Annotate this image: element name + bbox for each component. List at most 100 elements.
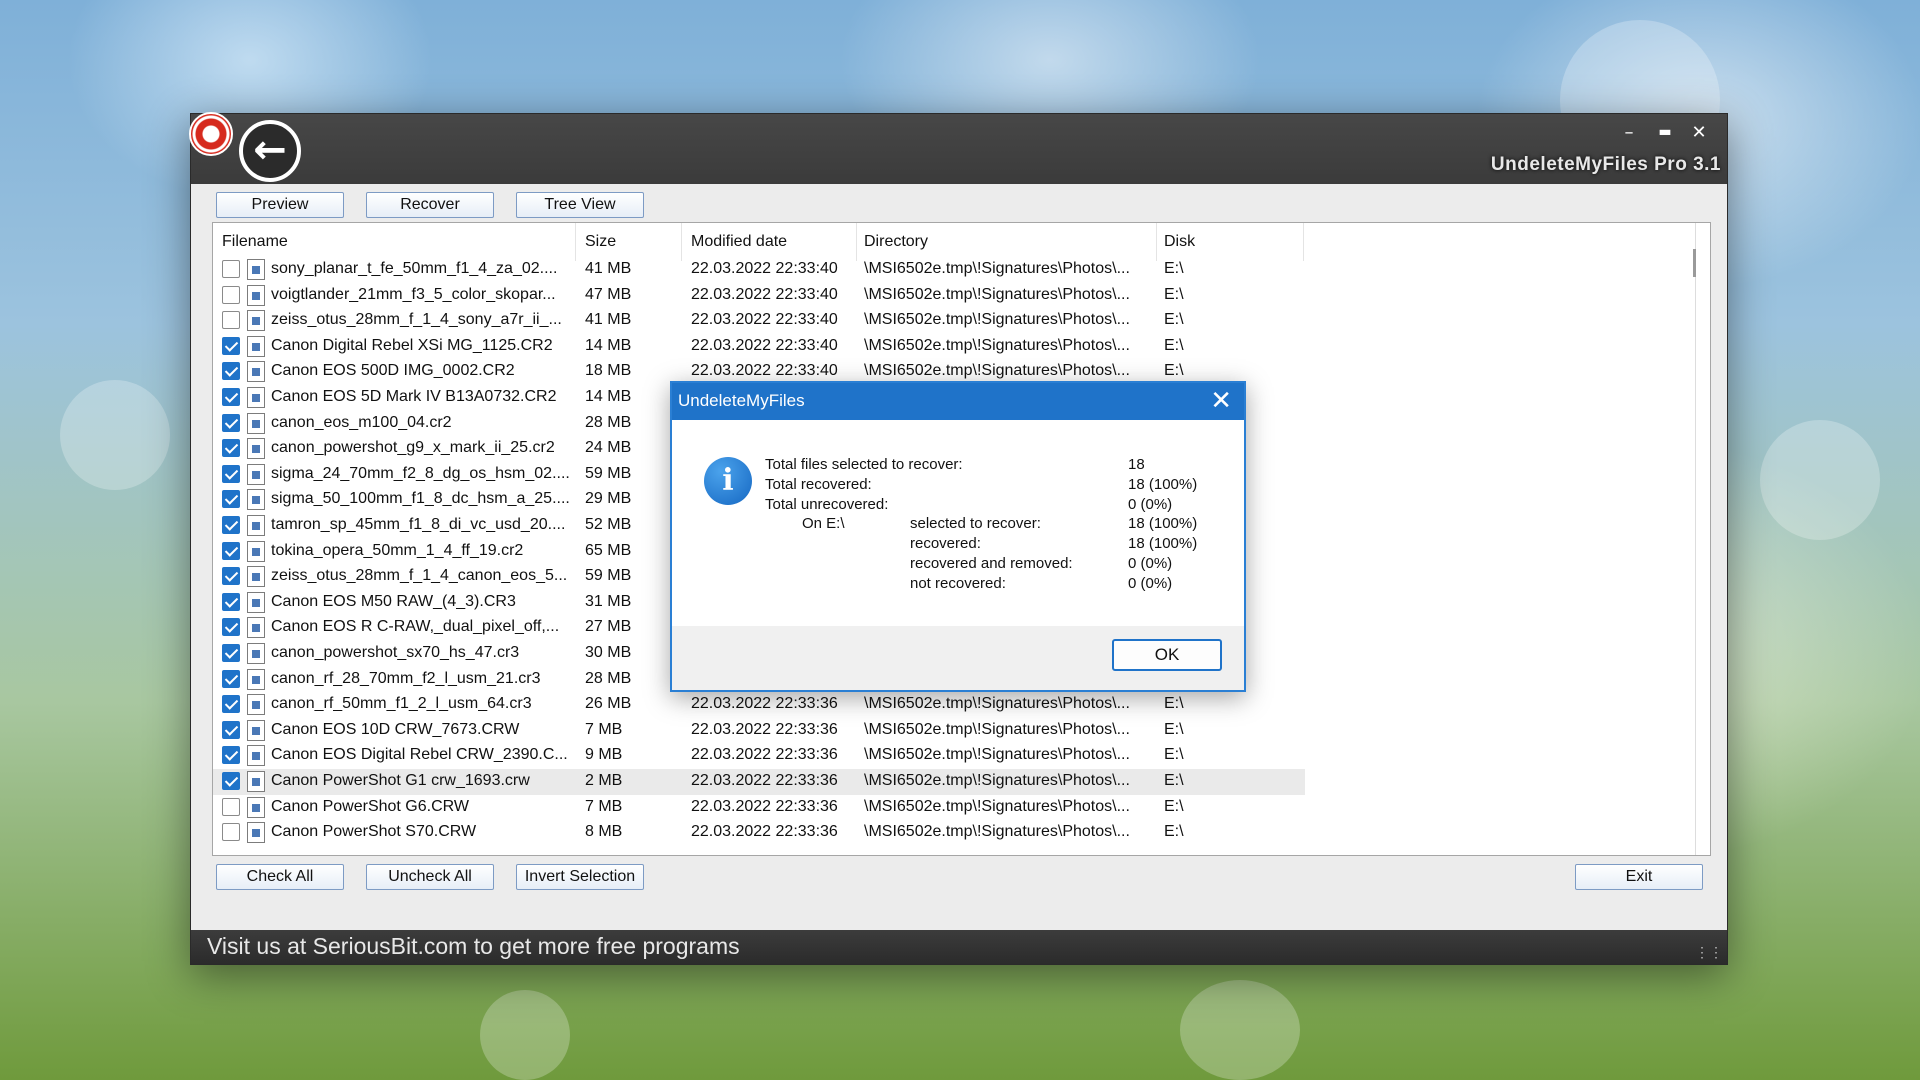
column-header-size[interactable]: Size <box>585 233 616 251</box>
file-size: 14 MB <box>585 388 632 405</box>
row-checkbox[interactable] <box>222 464 240 483</box>
dialog-close-icon[interactable]: ✕ <box>1210 385 1232 416</box>
row-checkbox[interactable] <box>222 746 240 765</box>
file-name: Canon EOS Digital Rebel CRW_2390.C... <box>271 746 568 764</box>
file-disk: E:\ <box>1164 362 1184 380</box>
total-selected-label: Total files selected to recover: <box>765 456 963 473</box>
tree-view-button[interactable]: Tree View <box>516 192 644 218</box>
row-checkbox[interactable] <box>222 720 240 739</box>
resize-grip-icon[interactable]: ⋮⋮ <box>1695 944 1723 961</box>
file-row[interactable]: sony_planar_t_fe_50mm_f1_4_za_02.... 41 M… <box>213 257 1305 283</box>
row-checkbox[interactable] <box>222 618 240 637</box>
file-name: Canon PowerShot G1 crw_1693.crw <box>271 772 530 789</box>
row-checkbox[interactable] <box>222 285 240 304</box>
dialog-title-bar: UndeleteMyFiles ✕ <box>672 383 1244 420</box>
exit-button[interactable]: Exit <box>1575 864 1703 890</box>
row-checkbox[interactable] <box>222 516 240 534</box>
file-name: Canon EOS 10D CRW_7673.CRW <box>271 720 520 738</box>
bokeh-light <box>1180 980 1300 1080</box>
scrollbar-thumb[interactable] <box>1693 249 1696 277</box>
file-directory: \MSI6502e.tmp\!Signatures\Photos\... <box>864 720 1130 738</box>
raw-file-icon <box>247 412 265 434</box>
file-row[interactable]: zeiss_otus_28mm_f_1_4_sony_a7r_ii_... 41 … <box>213 308 1305 334</box>
row-checkbox[interactable] <box>222 311 240 330</box>
row-checkbox[interactable] <box>222 567 240 586</box>
raw-file-icon <box>247 643 265 664</box>
row-checkbox[interactable] <box>222 669 240 688</box>
file-name: canon_powershot_sx70_hs_47.cr3 <box>271 644 520 661</box>
status-text[interactable]: Visit us at SeriousBit.com to get more f… <box>207 933 740 960</box>
column-header-disk[interactable]: Disk <box>1164 233 1195 251</box>
column-header-modified[interactable]: Modified date <box>691 233 787 251</box>
column-header-row: Filename Size Modified date Directory Di… <box>213 223 1313 261</box>
drive-label: On E:\ <box>802 515 845 532</box>
raw-file-icon <box>247 566 265 588</box>
file-row[interactable]: Canon EOS Digital Rebel CRW_2390.C... 9 M… <box>213 743 1305 769</box>
uncheck-all-button[interactable]: Uncheck All <box>366 864 494 890</box>
close-window-button[interactable]: ✕ <box>1685 122 1713 143</box>
row-checkbox[interactable] <box>222 490 240 509</box>
row-checkbox[interactable] <box>222 695 240 714</box>
drive-recovered-label: recovered: <box>910 535 981 552</box>
column-divider[interactable] <box>856 223 857 261</box>
row-checkbox[interactable] <box>222 772 240 790</box>
file-name: voigtlander_21mm_f3_5_color_skopar... <box>271 285 556 303</box>
raw-file-icon <box>247 617 265 639</box>
file-name: tamron_sp_45mm_f1_8_di_vc_usd_20.... <box>271 516 566 533</box>
row-checkbox[interactable] <box>222 362 240 381</box>
row-checkbox[interactable] <box>222 797 240 816</box>
drive-selected-value: 18 (100%) <box>1128 515 1198 532</box>
file-row[interactable]: voigtlander_21mm_f3_5_color_skopar... 47 … <box>213 283 1305 309</box>
image-file-icon <box>247 745 265 767</box>
file-disk: E:\ <box>1164 311 1184 329</box>
raw-file-icon <box>247 361 265 383</box>
recover-button[interactable]: Recover <box>366 192 494 218</box>
row-checkbox[interactable] <box>222 644 240 662</box>
column-header-filename[interactable]: Filename <box>222 233 288 251</box>
file-directory: \MSI6502e.tmp\!Signatures\Photos\... <box>864 823 1130 841</box>
raw-file-icon <box>247 591 265 613</box>
file-disk: E:\ <box>1164 285 1184 303</box>
invert-selection-button[interactable]: Invert Selection <box>516 864 644 890</box>
file-directory: \MSI6502e.tmp\!Signatures\Photos\... <box>864 746 1130 764</box>
column-divider[interactable] <box>1303 223 1304 261</box>
check-all-button[interactable]: Check All <box>216 864 344 890</box>
maximize-button[interactable]: ▬ <box>1651 124 1679 140</box>
row-checkbox[interactable] <box>222 592 240 611</box>
back-arrow-button[interactable]: ← <box>239 120 301 182</box>
file-size: 30 MB <box>585 644 632 661</box>
column-divider[interactable] <box>681 223 682 261</box>
column-divider[interactable] <box>575 223 576 261</box>
ok-button[interactable]: OK <box>1112 639 1222 671</box>
file-directory: \MSI6502e.tmp\!Signatures\Photos\... <box>864 260 1130 277</box>
file-name: Canon EOS 5D Mark IV B13A0732.CR2 <box>271 388 557 405</box>
file-size: 41 MB <box>585 260 632 277</box>
row-checkbox[interactable] <box>222 413 240 432</box>
file-row[interactable]: canon_rf_50mm_f1_2_l_usm_64.cr3 26 MB 22.0… <box>213 692 1305 718</box>
file-modified-date: 22.03.2022 22:33:40 <box>691 311 838 329</box>
lifebuoy-logo-icon <box>189 112 233 156</box>
row-checkbox[interactable] <box>222 336 240 355</box>
preview-button[interactable]: Preview <box>216 192 344 218</box>
column-header-directory[interactable]: Directory <box>864 233 928 251</box>
minimize-button[interactable]: – <box>1615 122 1643 143</box>
column-divider[interactable] <box>1156 223 1157 261</box>
total-selected-value: 18 <box>1128 456 1145 473</box>
file-row[interactable]: Canon PowerShot G6.CRW 7 MB 22.03.2022 22:… <box>213 795 1305 821</box>
file-name: sigma_24_70mm_f2_8_dg_os_hsm_02.... <box>271 464 570 482</box>
file-row[interactable]: Canon PowerShot S70.CRW 8 MB 22.03.2022 22… <box>213 820 1305 846</box>
file-name: Canon EOS R C-RAW,_dual_pixel_off,... <box>271 618 560 636</box>
bokeh-light <box>480 990 570 1080</box>
row-checkbox[interactable] <box>222 260 240 278</box>
file-directory: \MSI6502e.tmp\!Signatures\Photos\... <box>864 336 1130 354</box>
file-modified-date: 22.03.2022 22:33:40 <box>691 285 838 303</box>
file-row[interactable]: Canon EOS 10D CRW_7673.CRW 7 MB 22.03.2022… <box>213 718 1305 744</box>
row-checkbox[interactable] <box>222 541 240 560</box>
vertical-scrollbar[interactable] <box>1695 223 1709 855</box>
row-checkbox[interactable] <box>222 388 240 406</box>
file-size: 8 MB <box>585 823 623 841</box>
file-row[interactable]: Canon PowerShot G1 crw_1693.crw 2 MB 22.03… <box>213 769 1305 795</box>
row-checkbox[interactable] <box>222 439 240 458</box>
file-row[interactable]: Canon Digital Rebel XSi MG_1125.CR2 14 MB… <box>213 334 1305 360</box>
row-checkbox[interactable] <box>222 823 240 842</box>
